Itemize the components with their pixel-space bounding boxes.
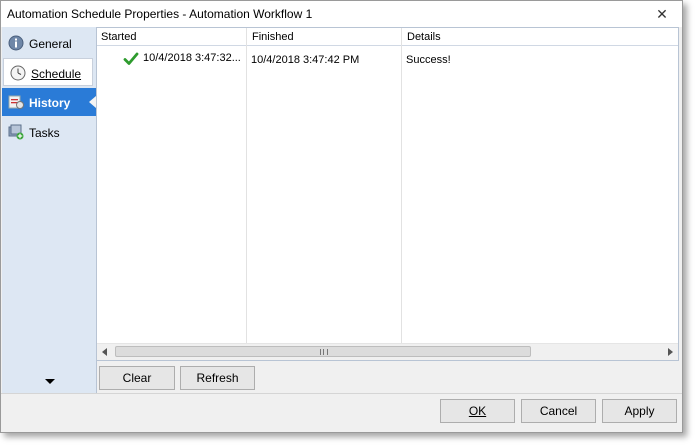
cancel-button[interactable]: Cancel: [521, 399, 596, 423]
ok-button[interactable]: OK: [440, 399, 515, 423]
clear-button[interactable]: Clear: [99, 366, 175, 390]
properties-dialog: Automation Schedule Properties - Automat…: [0, 0, 683, 433]
sidebar-item-label: History: [29, 96, 71, 110]
column-header-finished[interactable]: Finished: [252, 31, 294, 43]
column-divider: [401, 28, 402, 346]
sidebar-item-history[interactable]: History: [2, 88, 96, 116]
divider: [1, 393, 682, 394]
sidebar-item-label: General: [29, 37, 72, 51]
sidebar-item-schedule[interactable]: Schedule: [3, 58, 93, 86]
sidebar-item-general[interactable]: General: [2, 29, 96, 57]
window-title: Automation Schedule Properties - Automat…: [7, 7, 313, 21]
tasks-icon: [8, 124, 24, 140]
sidebar-item-label: Schedule: [31, 67, 82, 81]
column-divider: [246, 28, 247, 346]
scroll-right-icon[interactable]: [668, 348, 673, 356]
cell-finished: 10/4/2018 3:47:42 PM: [251, 54, 360, 66]
sidebar-item-tasks[interactable]: Tasks: [2, 118, 96, 146]
cell-started: 10/4/2018 3:47:32...: [143, 52, 241, 64]
title-bar: Automation Schedule Properties - Automat…: [1, 1, 682, 27]
grip-icon: [320, 349, 328, 355]
chevron-down-icon[interactable]: [45, 379, 55, 384]
close-icon[interactable]: ✕: [642, 1, 682, 27]
success-check-icon: [123, 52, 139, 65]
list-header: Started Finished Details: [97, 28, 678, 46]
sidebar: General Schedule History Tasks: [2, 27, 97, 393]
info-icon: [8, 35, 24, 51]
sidebar-item-label: Tasks: [29, 126, 60, 140]
column-header-started[interactable]: Started: [101, 31, 136, 43]
scroll-thumb[interactable]: [115, 346, 531, 357]
cell-details: Success!: [406, 54, 451, 66]
scroll-left-icon[interactable]: [102, 348, 107, 356]
history-icon: [8, 95, 24, 109]
clock-icon: [10, 65, 26, 81]
horizontal-scrollbar[interactable]: [97, 343, 678, 360]
apply-button[interactable]: Apply: [602, 399, 677, 423]
refresh-button[interactable]: Refresh: [180, 366, 255, 390]
active-indicator: [89, 96, 96, 108]
history-list: Started Finished Details 10/4/2018 3:47:…: [96, 27, 679, 361]
column-header-details[interactable]: Details: [407, 31, 441, 43]
